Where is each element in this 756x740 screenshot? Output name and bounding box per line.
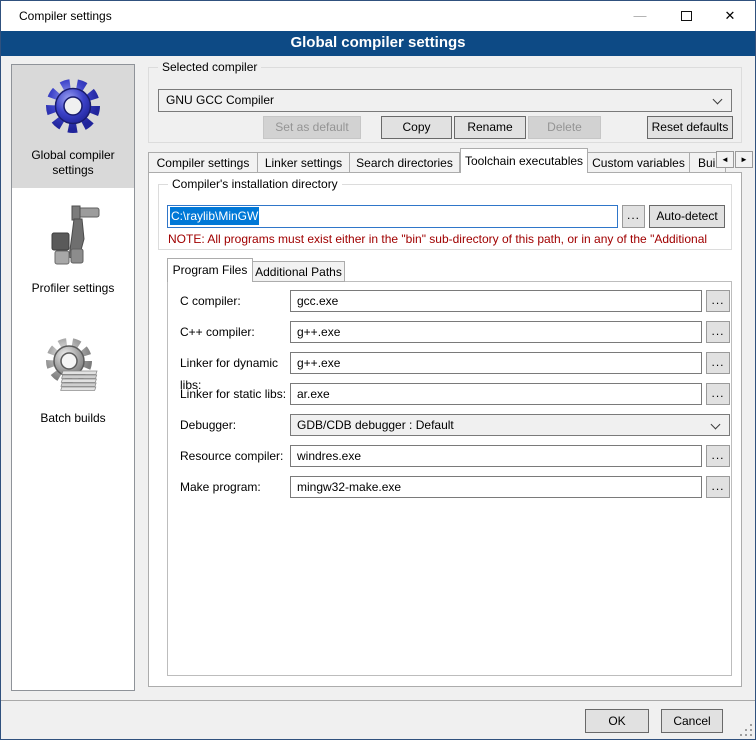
- install-dir-selected-text: C:\raylib\MinGW: [170, 207, 259, 225]
- debugger-label: Debugger:: [180, 414, 292, 436]
- tab-custom-variables[interactable]: Custom variables: [588, 152, 690, 173]
- caliper-icon: [41, 205, 105, 269]
- minimize-button[interactable]: —: [623, 1, 657, 31]
- cpp-compiler-label: C++ compiler:: [180, 321, 292, 343]
- sidebar-item-batch-builds[interactable]: Batch builds: [12, 326, 134, 426]
- selected-compiler-group-label: Selected compiler: [158, 60, 261, 74]
- tab-scroll-left-button[interactable]: ◄: [716, 151, 734, 168]
- close-button[interactable]: ✕: [713, 1, 747, 31]
- install-dir-group-label: Compiler's installation directory: [168, 177, 342, 191]
- dynamic-linker-browse-button[interactable]: ...: [706, 352, 730, 374]
- set-as-default-button[interactable]: Set as default: [263, 116, 361, 139]
- make-program-label: Make program:: [180, 476, 292, 498]
- cancel-button[interactable]: Cancel: [661, 709, 723, 733]
- auto-detect-button[interactable]: Auto-detect: [649, 205, 725, 228]
- static-linker-browse-button[interactable]: ...: [706, 383, 730, 405]
- page-title: Global compiler settings: [1, 31, 755, 56]
- resource-compiler-field[interactable]: windres.exe: [290, 445, 702, 467]
- install-dir-input[interactable]: C:\raylib\MinGW: [167, 205, 618, 228]
- resource-compiler-browse-button[interactable]: ...: [706, 445, 730, 467]
- program-tabs: Program Files Additional Paths: [167, 258, 345, 282]
- chevron-down-icon: [711, 420, 721, 430]
- compiler-tabs: Compiler settings Linker settings Search…: [148, 148, 726, 173]
- chevron-down-icon: [713, 95, 723, 105]
- cpp-compiler-browse-button[interactable]: ...: [706, 321, 730, 343]
- ok-button[interactable]: OK: [585, 709, 649, 733]
- cpp-compiler-field[interactable]: g++.exe: [290, 321, 702, 343]
- c-compiler-browse-button[interactable]: ...: [706, 290, 730, 312]
- compiler-select-value: GNU GCC Compiler: [166, 93, 274, 107]
- sidebar-item-label: Global compiler settings: [12, 148, 134, 178]
- program-files-panel: C compiler: gcc.exe ... C++ compiler: g+…: [167, 281, 732, 676]
- tab-program-files[interactable]: Program Files: [167, 258, 253, 282]
- static-linker-field[interactable]: ar.exe: [290, 383, 702, 405]
- tab-scroll-right-button[interactable]: ►: [735, 151, 753, 168]
- window-title: Compiler settings: [19, 1, 112, 31]
- c-compiler-field[interactable]: gcc.exe: [290, 290, 702, 312]
- tab-compiler-settings[interactable]: Compiler settings: [148, 152, 258, 173]
- make-program-field[interactable]: mingw32-make.exe: [290, 476, 702, 498]
- compiler-settings-dialog: Compiler settings — ✕ Global compiler se…: [0, 0, 756, 740]
- sidebar-item-label: Batch builds: [12, 411, 134, 426]
- tab-additional-paths[interactable]: Additional Paths: [253, 261, 345, 282]
- delete-button[interactable]: Delete: [528, 116, 601, 139]
- maximize-button[interactable]: [669, 1, 703, 31]
- copy-button[interactable]: Copy: [381, 116, 452, 139]
- static-linker-label: Linker for static libs:: [180, 383, 292, 405]
- blue-gear-icon: [41, 74, 105, 138]
- gear-stack-icon: [41, 335, 105, 399]
- sidebar-item-global-compiler-settings[interactable]: Global compiler settings: [12, 65, 134, 188]
- rename-button[interactable]: Rename: [454, 116, 526, 139]
- sidebar-item-label: Profiler settings: [12, 281, 134, 296]
- resource-compiler-label: Resource compiler:: [180, 445, 292, 467]
- make-program-browse-button[interactable]: ...: [706, 476, 730, 498]
- debugger-select[interactable]: GDB/CDB debugger : Default: [290, 414, 730, 436]
- settings-category-list: Global compiler settings Profiler settin…: [11, 64, 135, 691]
- reset-defaults-button[interactable]: Reset defaults: [647, 116, 733, 139]
- browse-install-dir-button[interactable]: ...: [622, 205, 645, 228]
- dynamic-linker-field[interactable]: g++.exe: [290, 352, 702, 374]
- resize-grip[interactable]: [740, 724, 752, 736]
- tab-search-directories[interactable]: Search directories: [350, 152, 460, 173]
- compiler-select[interactable]: GNU GCC Compiler: [158, 89, 732, 112]
- footer-divider: [1, 700, 756, 701]
- tab-linker-settings[interactable]: Linker settings: [258, 152, 350, 173]
- c-compiler-label: C compiler:: [180, 290, 292, 312]
- maximize-icon: [681, 11, 692, 21]
- debugger-select-value: GDB/CDB debugger : Default: [297, 418, 454, 432]
- tab-toolchain-executables[interactable]: Toolchain executables: [460, 148, 588, 173]
- sidebar-item-profiler-settings[interactable]: Profiler settings: [12, 196, 134, 296]
- title-bar[interactable]: Compiler settings — ✕: [1, 1, 755, 31]
- install-dir-note: NOTE: All programs must exist either in …: [168, 232, 726, 246]
